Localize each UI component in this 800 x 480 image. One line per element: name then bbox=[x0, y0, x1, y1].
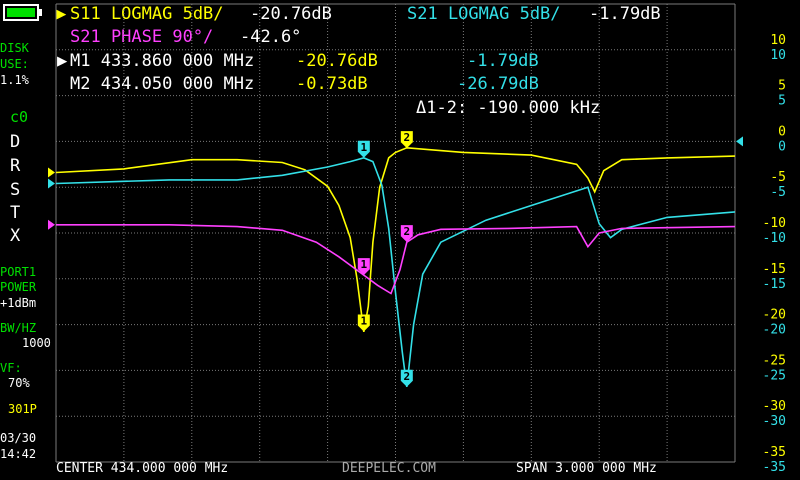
s11-reference-arrow bbox=[48, 167, 55, 178]
center-frequency[interactable]: CENTER 434.000 000 MHz bbox=[56, 461, 228, 476]
scale-tick-s11: -20 bbox=[763, 308, 786, 323]
scale-tick-s21: -20 bbox=[763, 323, 786, 338]
phase-reference-arrow bbox=[48, 219, 55, 230]
marker-number: 1 bbox=[361, 141, 368, 154]
scale-tick-s21: -25 bbox=[763, 368, 786, 383]
right-reference-arrow bbox=[736, 136, 743, 147]
marker-number: 1 bbox=[361, 315, 368, 328]
scale-tick-s11: -5 bbox=[770, 170, 786, 185]
vna-screen: DISK USE: 1.1% c0 D R S T X PORT1 POWER … bbox=[0, 0, 800, 480]
marker-s11-1: 1 bbox=[357, 314, 370, 332]
marker-number: 2 bbox=[404, 131, 411, 144]
marker-s21-2: 2 bbox=[400, 369, 413, 387]
scale-tick-s21: 0 bbox=[778, 139, 786, 154]
scale-tick-s21: 10 bbox=[770, 48, 786, 63]
marker-s21-1: 1 bbox=[357, 140, 370, 158]
brand-label: DEEPELEC.COM bbox=[342, 461, 436, 476]
marker-number: 1 bbox=[361, 258, 368, 271]
scale-tick-s11: 0 bbox=[778, 124, 786, 139]
scale-tick-s11: -30 bbox=[763, 399, 786, 414]
chart-area[interactable]: 1 2 1 2 1 2 1010 55 00 -5-5 -10-10 -15-15 -20-20 -25… bbox=[0, 0, 800, 480]
scale-tick-s11: -15 bbox=[763, 262, 786, 277]
scale-tick-s11: 5 bbox=[778, 79, 786, 94]
marker-number: 2 bbox=[404, 225, 411, 238]
scale-tick-s21: -5 bbox=[770, 185, 786, 200]
scale-tick-s21: -15 bbox=[763, 277, 786, 292]
scale-tick-s21: 5 bbox=[778, 94, 786, 109]
marker-number: 2 bbox=[404, 370, 411, 383]
s21-reference-arrow bbox=[48, 178, 55, 189]
scale-tick-s21: -10 bbox=[763, 231, 786, 246]
scale-tick-s11: -25 bbox=[763, 353, 786, 368]
scale-tick-s11: -35 bbox=[763, 445, 786, 460]
scale-tick-s11: 10 bbox=[770, 33, 786, 48]
scale-tick-s21: -35 bbox=[763, 460, 786, 475]
scale-tick-s21: -30 bbox=[763, 414, 786, 429]
span-frequency[interactable]: SPAN 3.000 000 MHz bbox=[516, 461, 657, 476]
marker-s11-2: 2 bbox=[400, 131, 413, 149]
scale-tick-s11: -10 bbox=[763, 216, 786, 231]
